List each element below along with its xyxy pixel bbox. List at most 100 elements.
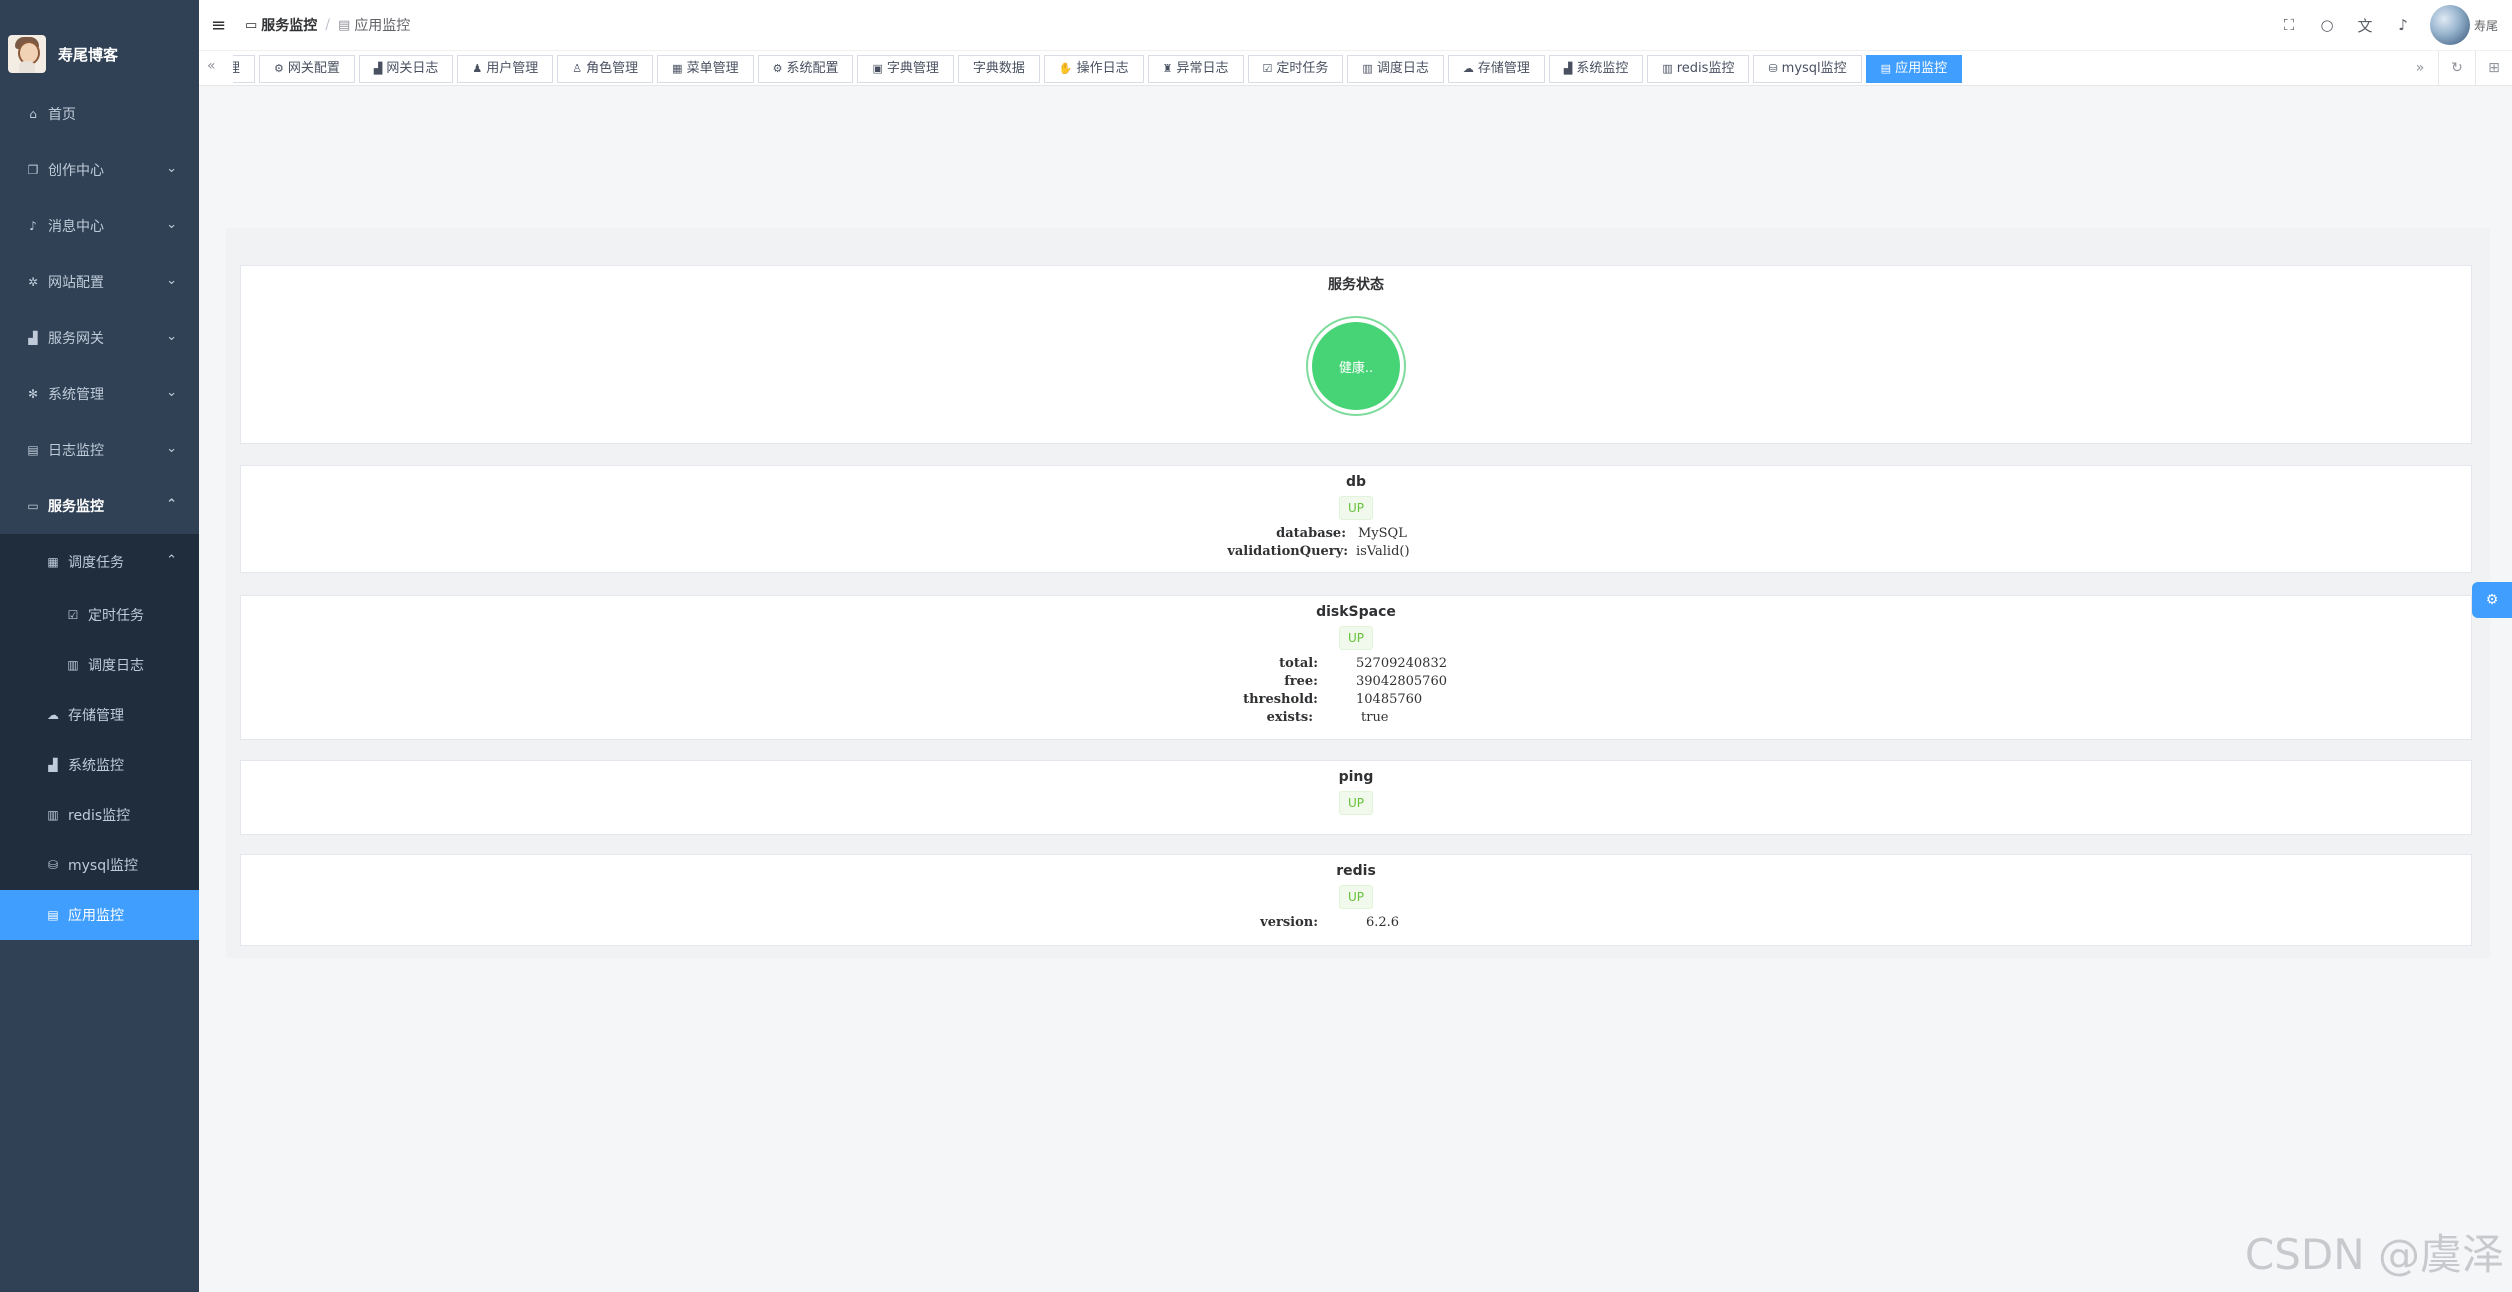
- status-badge: UP: [1338, 791, 1374, 815]
- tab-label: 系统配置: [786, 61, 839, 76]
- tab-7[interactable]: ▣ 字典管理: [857, 55, 954, 83]
- search-icon[interactable]: ○: [2308, 16, 2346, 34]
- tab-3[interactable]: ♟ 用户管理: [457, 55, 554, 83]
- sidebar-item-creation[interactable]: ❐ 创作中心 ⌄: [0, 142, 199, 198]
- hamburger-icon[interactable]: ≡: [211, 15, 231, 36]
- tab-4[interactable]: ♙ 角色管理: [557, 55, 654, 83]
- tab-8[interactable]: 字典数据: [957, 55, 1040, 83]
- tab-11[interactable]: ☑ 定时任务: [1247, 55, 1344, 83]
- bell-icon[interactable]: ♪: [2384, 16, 2422, 34]
- header: ≡ ▭ 服务监控 / ▤ 应用监控 ⛶ ○ 文 ♪ 寿尾: [199, 0, 2512, 50]
- cloud-icon: ☁: [47, 708, 59, 722]
- tags-view: « 轮播管理⚙网关配置▟网关日志♟用户管理♙角色管理▦菜单管理⚙系统配置▣字典管…: [199, 50, 2512, 86]
- sidebar-item-redis-monitor[interactable]: ▥ redis监控: [0, 790, 199, 840]
- status-badge: UP: [1338, 885, 1374, 909]
- double-chevron-right-icon[interactable]: »: [2402, 51, 2438, 85]
- redis-card: redis UP version: 6.2.6: [240, 854, 2472, 946]
- table-icon: ▥: [47, 808, 59, 822]
- database-icon: ⛁: [47, 858, 59, 872]
- monitor-icon: ▭: [27, 499, 39, 513]
- card-title: ping: [1338, 769, 1374, 785]
- breadcrumb-parent[interactable]: 服务监控: [261, 15, 317, 35]
- sidebar-item-label: 定时任务: [88, 608, 144, 624]
- settings-drawer-button[interactable]: ⚙: [2472, 582, 2512, 618]
- chevron-down-icon: ⌄: [166, 385, 177, 400]
- tab-5[interactable]: ▦ 菜单管理: [657, 55, 754, 83]
- tab-label: 字典管理: [886, 61, 939, 76]
- tab-1[interactable]: ⚙ 网关配置: [259, 55, 355, 83]
- tab-14[interactable]: ▟ 系统监控: [1548, 55, 1644, 83]
- detail-value: 39042805760: [1356, 674, 1447, 689]
- fullscreen-icon[interactable]: ⛶: [2270, 16, 2308, 34]
- detail-row: threshold: 10485760: [241, 691, 2471, 709]
- sidebar-item-app-monitor[interactable]: ▤ 应用监控: [0, 890, 199, 940]
- sidebar-item-label: 调度任务: [68, 555, 124, 571]
- service-monitor-submenu: ▦ 调度任务 ⌃ ☑ 定时任务 ▥ 调度日志 ☁ 存储管理 ▟ 系统监控 ▥ r…: [0, 534, 199, 940]
- sidebar-item-label: 服务监控: [48, 499, 104, 515]
- tab-label: 菜单管理: [686, 61, 739, 76]
- tab-icon: ✋: [1058, 62, 1073, 75]
- tab-17[interactable]: ▤ 应用监控: [1865, 55, 1963, 83]
- breadcrumb-separator: /: [325, 17, 331, 33]
- tab-label: 用户管理: [486, 61, 539, 76]
- card-title: db: [1345, 474, 1367, 490]
- tab-10[interactable]: ♜ 异常日志: [1147, 55, 1244, 83]
- sidebar-item-label: 存储管理: [68, 708, 124, 724]
- tab-label: mysql监控: [1781, 61, 1847, 76]
- sidebar-item-site-config[interactable]: ✲ 网站配置 ⌄: [0, 254, 199, 310]
- status-badge: UP: [1338, 496, 1374, 520]
- tab-label: 应用监控: [1895, 61, 1948, 76]
- tab-icon: ⚙: [772, 62, 783, 75]
- tab-16[interactable]: ⛁ mysql监控: [1753, 55, 1862, 83]
- tab-15[interactable]: ▥ redis监控: [1647, 55, 1750, 83]
- sidebar-item-storage[interactable]: ☁ 存储管理: [0, 690, 199, 740]
- refresh-icon[interactable]: ↻: [2438, 51, 2475, 85]
- sidebar-item-label: 创作中心: [48, 163, 104, 179]
- sidebar-item-system-monitor[interactable]: ▟ 系统监控: [0, 740, 199, 790]
- sidebar-item-label: 调度日志: [88, 658, 144, 674]
- sidebar-item-timed-tasks[interactable]: ☑ 定时任务: [0, 590, 199, 640]
- chart-icon: ▟: [28, 331, 38, 345]
- tab-label: 字典数据: [972, 61, 1025, 76]
- username[interactable]: 寿尾: [2474, 17, 2498, 34]
- logo-area[interactable]: 寿尾博客: [0, 24, 199, 84]
- sidebar-item-mysql-monitor[interactable]: ⛁ mysql监控: [0, 840, 199, 890]
- sidebar-item-schedule-group[interactable]: ▦ 调度任务 ⌃: [0, 534, 199, 590]
- watermark: CSDN @虞泽: [2244, 1230, 2504, 1279]
- tab-6[interactable]: ⚙ 系统配置: [757, 55, 854, 83]
- tab-12[interactable]: ▥ 调度日志: [1347, 55, 1444, 83]
- sidebar-item-messages[interactable]: ♪ 消息中心 ⌄: [0, 198, 199, 254]
- main-content: 服务状态 健康.. db UP database: MySQL validati…: [226, 228, 2490, 958]
- detail-key: validationQuery:: [1227, 544, 1348, 559]
- detail-value: 6.2.6: [1366, 915, 1400, 930]
- grid-menu-icon[interactable]: ⊞: [2475, 51, 2512, 85]
- tab-icon: ▣: [872, 62, 883, 75]
- gear-icon: ✲: [27, 275, 39, 289]
- detail-key: database:: [1276, 526, 1346, 541]
- tab-label: 系统监控: [1576, 61, 1629, 76]
- sidebar-menu: ⌂ 首页 ❐ 创作中心 ⌄ ♪ 消息中心 ⌄ ✲ 网站配置 ⌄ ▟ 服务网关 ⌄…: [0, 86, 199, 534]
- tab-2[interactable]: ▟ 网关日志: [358, 55, 454, 83]
- tab-13[interactable]: ☁ 存储管理: [1447, 55, 1545, 83]
- tab-icon: ▥: [1362, 62, 1373, 75]
- detail-key: threshold:: [1243, 692, 1318, 707]
- sidebar-item-home[interactable]: ⌂ 首页: [0, 86, 199, 142]
- tab-icon: ▥: [1662, 62, 1673, 75]
- sidebar-item-schedule-log[interactable]: ▥ 调度日志: [0, 640, 199, 690]
- sidebar-item-service-monitor[interactable]: ▭ 服务监控 ⌃: [0, 478, 199, 534]
- logo-image: [8, 35, 46, 73]
- tags-list: 轮播管理⚙网关配置▟网关日志♟用户管理♙角色管理▦菜单管理⚙系统配置▣字典管理字…: [233, 55, 1966, 83]
- service-status-card: 服务状态 健康..: [240, 265, 2472, 444]
- translate-icon[interactable]: 文: [2346, 15, 2384, 36]
- tab-label: 网关日志: [386, 61, 439, 76]
- sidebar-item-log-monitor[interactable]: ▤ 日志监控 ⌄: [0, 422, 199, 478]
- tab-9[interactable]: ✋ 操作日志: [1043, 55, 1144, 83]
- sidebar-item-system[interactable]: ✻ 系统管理 ⌄: [0, 366, 199, 422]
- detail-row: free: 39042805760: [241, 673, 2471, 691]
- avatar[interactable]: [2429, 5, 2470, 45]
- tab-label: 轮播管理: [233, 61, 240, 76]
- detail-key: exists:: [1266, 710, 1313, 725]
- sidebar-item-gateway[interactable]: ▟ 服务网关 ⌄: [0, 310, 199, 366]
- tab-0[interactable]: 轮播管理: [233, 55, 256, 83]
- double-chevron-left-icon[interactable]: «: [207, 58, 216, 74]
